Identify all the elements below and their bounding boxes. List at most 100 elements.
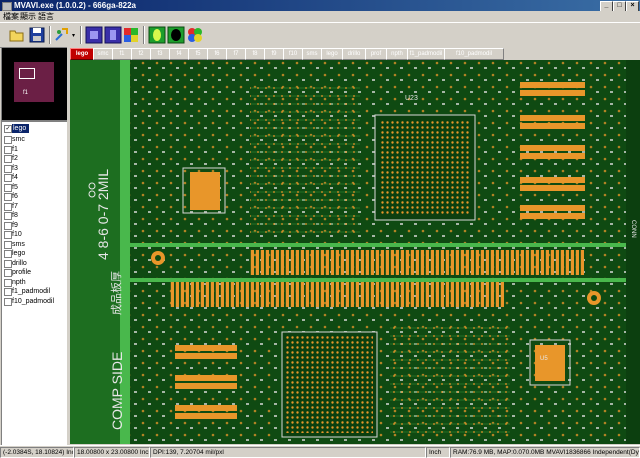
window-title: MVAVI.exe (1.0.0.2) - 666ga-822a [14, 1, 136, 10]
layer-item[interactable]: f4 [2, 173, 67, 182]
layer-item[interactable]: f1_padmodil [2, 287, 67, 296]
layer-checkbox[interactable] [4, 193, 12, 201]
layer-checkbox[interactable] [4, 221, 12, 230]
pcb-canvas[interactable]: COMP SIDE 4 8-6 0-7 2MIL 成品板厚 U23 U5 CON… [70, 60, 640, 444]
layer-checkbox[interactable] [4, 231, 12, 239]
layer-color-icon[interactable] [122, 26, 140, 44]
layer-name: f9 [12, 221, 18, 229]
layer-item[interactable]: f5 [2, 183, 67, 192]
layer-item[interactable]: f8 [2, 211, 67, 220]
layer-checkbox[interactable] [4, 250, 12, 258]
layer-checkbox[interactable] [4, 269, 12, 277]
toolbar-separator [49, 26, 51, 44]
open-icon[interactable] [8, 26, 26, 44]
layer-tab[interactable]: f9 [264, 48, 284, 60]
menu-file[interactable]: 檔案 [3, 11, 19, 22]
menu-language[interactable]: 語言 [38, 11, 54, 22]
layer-item[interactable]: profile [2, 268, 67, 277]
layer-item[interactable]: f10 [2, 230, 67, 239]
layer-checkbox[interactable] [4, 145, 12, 154]
layer-item[interactable]: smc [2, 135, 67, 144]
layer-checkbox[interactable] [4, 136, 12, 144]
app-icon[interactable] [2, 2, 12, 11]
viewport-indicator[interactable] [19, 68, 35, 79]
layer-name: f2 [12, 155, 18, 162]
layer-item[interactable]: f10_padmodil [2, 297, 67, 306]
layer-name: drillo [12, 259, 27, 267]
menu-bar: 檔案 顯示 語言 [0, 11, 640, 22]
layer-tab[interactable]: npth [386, 48, 408, 60]
layer-item[interactable]: f7 [2, 202, 67, 211]
color-picker-icon[interactable] [186, 26, 204, 44]
tab-lego[interactable]: lego [70, 48, 94, 60]
layer-name: profile [12, 269, 32, 276]
silk-text-comp-side: COMP SIDE [109, 352, 125, 430]
layer-tab[interactable]: drillo [342, 48, 366, 60]
edge-connector-top [250, 250, 585, 275]
title-bar[interactable]: MVAVI.exe (1.0.0.2) - 666ga-822a _ □ × [0, 0, 640, 12]
layer-item[interactable]: f2 [2, 154, 67, 163]
layer-item[interactable]: drillo [2, 259, 67, 268]
board-thumbnail[interactable]: f1 [1, 47, 69, 121]
layer-checkbox[interactable] [4, 288, 12, 296]
layer-checkbox[interactable] [4, 278, 12, 287]
layer-name: f4 [12, 174, 18, 181]
layer-item[interactable]: ✓ lego [2, 124, 67, 133]
layer-blue-icon[interactable] [85, 26, 103, 44]
layer-checkbox-checked[interactable]: ✓ [4, 125, 12, 133]
layer-name: f10 [12, 231, 22, 238]
layer-item[interactable]: sms [2, 240, 67, 249]
layer-tab[interactable]: f10_padmodil [444, 48, 504, 60]
layer-checkbox[interactable] [4, 164, 12, 173]
layer-checkbox[interactable] [4, 183, 12, 192]
layer-tab[interactable]: f6 [207, 48, 227, 60]
layer-blue-2-icon[interactable] [104, 26, 122, 44]
silk-text-conn: CONN [630, 220, 636, 238]
layer-name: f3 [12, 164, 18, 172]
toolbar: ▾ [0, 22, 640, 48]
layer-checkbox[interactable] [4, 202, 12, 211]
save-icon[interactable] [28, 26, 46, 44]
layer-tab[interactable]: f2 [131, 48, 151, 60]
layer-item[interactable]: npth [2, 278, 67, 287]
layer-item[interactable]: lego [2, 249, 67, 258]
bga-ball-grid [286, 336, 373, 433]
toolbar-separator [80, 26, 82, 44]
layer-tab[interactable]: f3 [150, 48, 170, 60]
layer-item[interactable]: f1 [2, 145, 67, 154]
toolbar-separator [143, 26, 145, 44]
pick-icon[interactable] [53, 26, 71, 44]
layer-green-icon[interactable] [148, 26, 166, 44]
layer-list[interactable]: ✓ lego smc f1 f2 f3 f4 f5 f6 f7 f8 f9 f10… [1, 121, 68, 446]
layer-tab[interactable]: prof [365, 48, 387, 60]
layer-checkbox[interactable] [4, 174, 12, 182]
layer-tab[interactable]: f8 [245, 48, 265, 60]
layer-tab[interactable]: f4 [169, 48, 189, 60]
layer-checkbox[interactable] [4, 155, 12, 163]
dropdown-arrow-icon[interactable]: ▾ [72, 32, 75, 39]
panel-divider [130, 278, 640, 282]
layer-black-icon[interactable] [167, 26, 185, 44]
layer-tab-strip: lego smc f1 f2 f3 f4 f5 f6 f7 f8 f9 f10 … [70, 47, 640, 60]
layer-item[interactable]: f9 [2, 221, 67, 230]
layer-tab[interactable]: f1 [112, 48, 132, 60]
layer-checkbox[interactable] [4, 297, 12, 306]
layer-checkbox[interactable] [4, 212, 12, 220]
menu-view[interactable]: 顯示 [20, 11, 36, 22]
layer-checkbox[interactable] [4, 259, 12, 268]
layer-tab[interactable]: sms [302, 48, 322, 60]
pcb-view[interactable]: COMP SIDE 4 8-6 0-7 2MIL 成品板厚 U23 U5 CON… [70, 60, 640, 444]
layer-tab[interactable]: lego [321, 48, 343, 60]
layer-name: sms [12, 240, 25, 248]
layer-item[interactable]: f6 [2, 192, 67, 201]
layer-tab[interactable]: smc [93, 48, 113, 60]
status-cursor-coords: (-2.0384S, 18.10824) Inch [0, 447, 74, 458]
layer-tab[interactable]: f5 [188, 48, 208, 60]
layer-tab[interactable]: f10 [283, 48, 303, 60]
layer-tab[interactable]: f1_padmodil [407, 48, 445, 60]
layer-item[interactable]: f3 [2, 164, 67, 173]
panel-divider [130, 243, 640, 247]
layer-tab[interactable]: f7 [226, 48, 246, 60]
layer-name: f1 [12, 145, 18, 153]
layer-checkbox[interactable] [4, 240, 12, 249]
